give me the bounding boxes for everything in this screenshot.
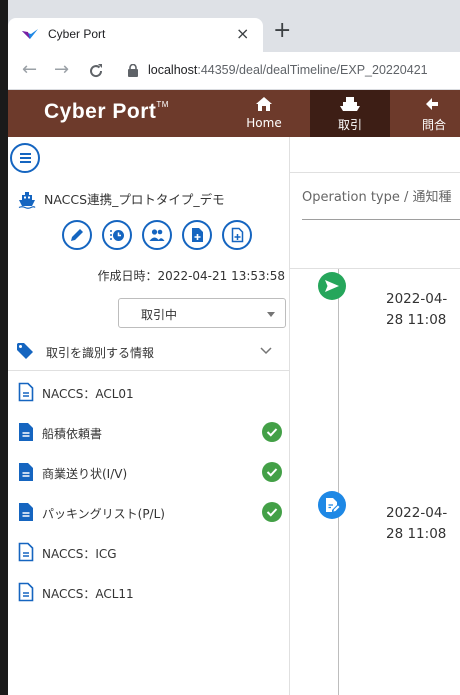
document-item[interactable]: 商業送り状(I/V) <box>8 452 290 492</box>
deal-status-select[interactable]: 取引中 <box>118 298 286 328</box>
document-item[interactable]: NACCS：ICG <box>8 532 290 572</box>
menu-icon-line <box>20 157 31 159</box>
browser-tab[interactable]: Cyber Port × <box>8 18 263 52</box>
pencil-icon <box>71 229 83 241</box>
file-icon <box>19 503 33 521</box>
add-document-button[interactable] <box>182 220 212 250</box>
timeline-event-icon[interactable] <box>318 491 346 519</box>
check-circle-icon <box>262 502 282 522</box>
ship-icon <box>18 192 36 209</box>
cyber-port-favicon-icon <box>22 29 38 39</box>
new-tab-icon[interactable]: + <box>273 20 291 42</box>
file-outline-icon <box>18 542 34 562</box>
timeline-event-date: 2022-04- 28 11:08 <box>386 503 456 545</box>
back-icon[interactable]: ← <box>22 60 37 80</box>
app-logo[interactable]: Cyber PortTM <box>44 100 169 124</box>
timeline-event-date-line2: 28 11:08 <box>386 526 447 542</box>
reload-icon[interactable] <box>88 63 104 79</box>
tag-icon <box>17 343 33 359</box>
document-item[interactable]: パッキングリスト(P/L) <box>8 492 290 532</box>
send-icon <box>325 280 339 292</box>
file-outline-icon <box>18 582 34 602</box>
tab-title: Cyber Port <box>48 27 106 41</box>
deal-members-button[interactable] <box>142 220 172 250</box>
logo-tm: TM <box>156 100 169 109</box>
document-label: NACCS：ACL11 <box>42 587 134 601</box>
nav-home-label: Home <box>246 116 282 130</box>
document-label: 船積依頼書 <box>42 427 103 441</box>
deal-status-value: 取引中 <box>141 308 178 322</box>
people-icon <box>149 229 165 241</box>
document-item[interactable]: NACCS：ACL01 <box>8 372 290 412</box>
timeline-event-icon[interactable] <box>318 272 346 300</box>
url-path: :44359/deal/dealTimeline/EXP_20220421 <box>197 63 428 77</box>
timeline-header <box>290 137 460 173</box>
menu-toggle-button[interactable] <box>10 143 40 173</box>
file-icon <box>19 463 33 481</box>
created-datetime: 作成日時：2022-04-21 13:53:58 <box>97 269 285 283</box>
document-item[interactable]: NACCS：ACL11 <box>8 572 290 612</box>
document-label: NACCS：ICG <box>42 547 117 561</box>
deal-history-button[interactable] <box>102 220 132 250</box>
nav-deal[interactable]: 取引 <box>310 90 390 137</box>
chevron-down-icon <box>260 347 272 355</box>
check-circle-icon <box>262 462 282 482</box>
browser-tab-strip: Cyber Port × + <box>0 0 460 52</box>
logo-text: Cyber Port <box>44 100 157 123</box>
timeline-event-date-line2: 28 11:08 <box>386 312 447 328</box>
divider <box>290 268 460 269</box>
history-icon <box>110 230 124 241</box>
operation-type-filter[interactable]: Operation type / 通知種 <box>302 186 452 205</box>
lock-icon[interactable] <box>128 64 138 77</box>
arrow-left-icon <box>426 98 438 110</box>
forward-icon[interactable]: → <box>54 60 69 80</box>
nav-inquiry-label: 問合 <box>422 118 447 132</box>
tab-close-icon[interactable]: × <box>236 24 249 43</box>
timeline-line <box>338 269 339 695</box>
edit-deal-button[interactable] <box>62 220 92 250</box>
document-edit-icon <box>326 498 340 512</box>
deal-identification-section[interactable]: 取引を識別する情報 <box>8 335 290 371</box>
document-label: NACCS：ACL01 <box>42 387 134 401</box>
app-header: Cyber PortTM Home 取引 問合 <box>0 90 460 137</box>
file-icon <box>19 423 33 441</box>
document-item[interactable]: 船積依頼書 <box>8 412 290 452</box>
deal-identification-label: 取引を識別する情報 <box>46 346 155 360</box>
address-bar[interactable]: localhost:44359/deal/dealTimeline/EXP_20… <box>148 63 428 77</box>
file-outline-icon <box>18 382 34 402</box>
ship-icon <box>340 97 360 111</box>
menu-icon-line <box>20 161 31 163</box>
document-label: 商業送り状(I/V) <box>42 467 128 481</box>
file-plus-outline-icon <box>231 227 244 243</box>
window-edge <box>0 0 8 695</box>
timeline-event-date-line1: 2022-04- <box>386 505 448 521</box>
nav-inquiry[interactable]: 問合 <box>412 90 460 137</box>
document-label: パッキングリスト(P/L) <box>42 507 165 521</box>
deal-timeline-panel: Operation type / 通知種 2022-04- 28 11:08 2… <box>290 137 460 695</box>
nav-deal-label: 取引 <box>337 118 362 132</box>
menu-icon <box>20 153 31 155</box>
deal-title: NACCS連携_プロトタイプ_デモ <box>44 192 225 207</box>
dropdown-arrow-icon <box>267 312 275 317</box>
add-file-button[interactable] <box>222 220 252 250</box>
timeline-event-date-line1: 2022-04- <box>386 291 448 307</box>
timeline-event-date: 2022-04- 28 11:08 <box>386 289 456 331</box>
nav-home[interactable]: Home <box>240 90 288 137</box>
operation-type-underline <box>302 219 460 220</box>
check-circle-icon <box>262 422 282 442</box>
deal-sidebar: NACCS連携_プロトタイプ_デモ 作成日時：2022-04-21 13:53:… <box>8 137 290 695</box>
home-icon <box>256 97 272 111</box>
browser-toolbar: ← → localhost:44359/deal/dealTimeline/EX… <box>0 52 460 90</box>
file-plus-icon <box>192 228 203 242</box>
url-host: localhost <box>148 63 198 77</box>
